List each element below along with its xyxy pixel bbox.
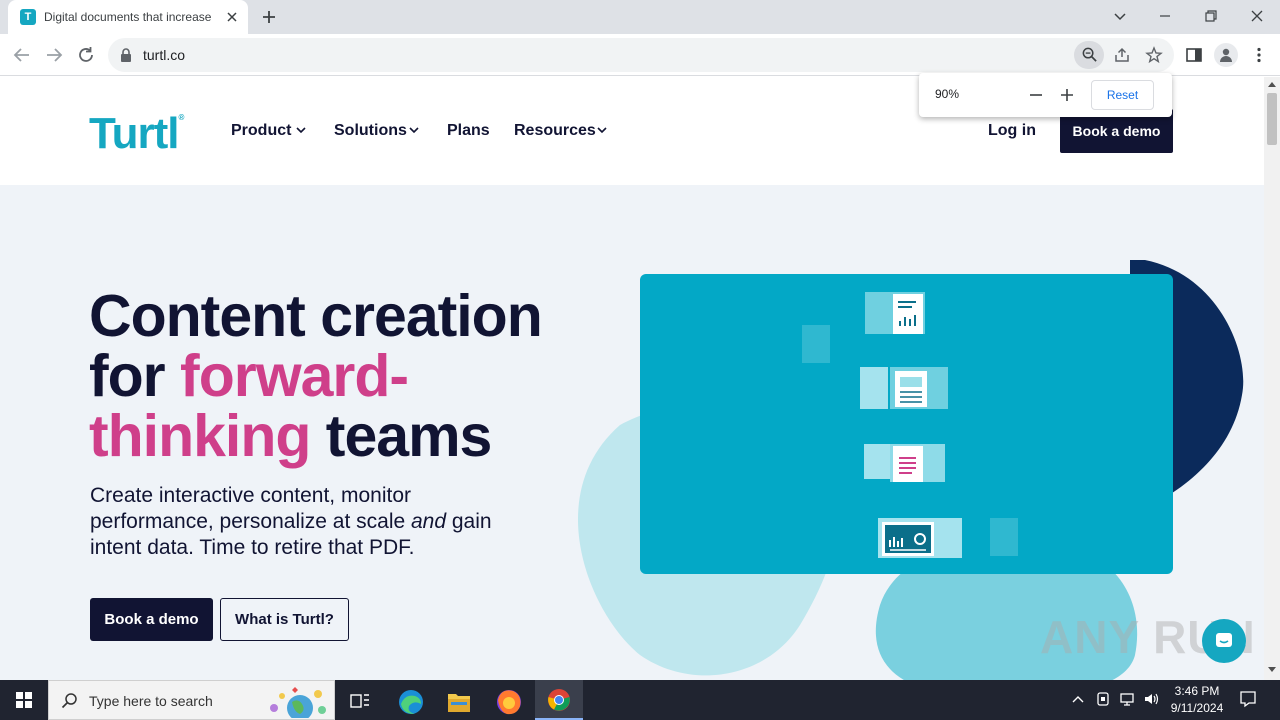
nav-resources[interactable]: Resources bbox=[514, 122, 596, 140]
search-icon bbox=[61, 693, 77, 709]
tab-search-chevron-icon[interactable] bbox=[1110, 6, 1130, 26]
hero-section: Content creation for forward- thinking t… bbox=[0, 185, 1264, 680]
hero-subtext: Create interactive content, monitor perf… bbox=[90, 483, 520, 561]
zoom-popup: 90% Reset bbox=[919, 73, 1172, 117]
person-icon bbox=[1220, 48, 1232, 62]
subtext-emphasis: and bbox=[411, 510, 447, 533]
chat-icon bbox=[1216, 633, 1232, 647]
volume-icon[interactable] bbox=[1143, 691, 1159, 707]
scroll-up-arrow-icon[interactable] bbox=[1268, 81, 1276, 87]
doc-book-icon bbox=[860, 367, 948, 409]
edge-browser-icon[interactable] bbox=[389, 684, 433, 720]
address-bar[interactable]: turtl.co bbox=[108, 38, 1174, 72]
chat-widget-button[interactable] bbox=[1202, 619, 1246, 663]
search-placeholder: Type here to search bbox=[89, 693, 213, 709]
bookmark-star-icon[interactable] bbox=[1145, 46, 1163, 64]
hero-book-demo-button[interactable]: Book a demo bbox=[90, 598, 213, 641]
url-text[interactable]: turtl.co bbox=[143, 47, 185, 63]
taskbar-search-box[interactable]: Type here to search bbox=[48, 680, 335, 720]
tab-favicon: T bbox=[20, 9, 36, 25]
zoom-reset-button[interactable]: Reset bbox=[1091, 80, 1154, 110]
zoom-indicator-button[interactable] bbox=[1074, 41, 1104, 69]
nav-product[interactable]: Product bbox=[231, 122, 291, 140]
search-highlight-icon bbox=[270, 687, 326, 718]
chevron-down-icon bbox=[296, 127, 306, 134]
headline-text: teams bbox=[310, 403, 493, 469]
clock-date: 9/11/2024 bbox=[1170, 701, 1224, 715]
headline-line-3: thinking teams bbox=[89, 406, 609, 466]
tab-title: Digital documents that increase bbox=[44, 10, 212, 24]
taskbar-clock[interactable]: 3:46 PM 9/11/2024 bbox=[1164, 683, 1230, 717]
headline-line-1: Content creation bbox=[89, 283, 543, 349]
hero-headline: Content creation for forward- thinking t… bbox=[89, 286, 609, 466]
notifications-icon[interactable] bbox=[1239, 690, 1257, 708]
headline-line-2: for forward- bbox=[89, 346, 609, 406]
doc-dashboard-icon bbox=[878, 518, 1018, 558]
restore-icon[interactable] bbox=[1201, 6, 1221, 26]
more-menu-icon[interactable] bbox=[1250, 46, 1268, 64]
minimize-icon[interactable] bbox=[1155, 6, 1175, 26]
device-icon[interactable] bbox=[1095, 691, 1111, 707]
firefox-icon[interactable] bbox=[487, 684, 531, 720]
clock-time: 3:46 PM bbox=[1174, 684, 1220, 698]
share-icon[interactable] bbox=[1113, 46, 1131, 64]
zoom-out-icon[interactable] bbox=[1026, 85, 1046, 105]
profile-avatar[interactable] bbox=[1214, 43, 1238, 67]
subtext-part: Create interactive content, monitor perf… bbox=[90, 484, 411, 533]
chrome-taskbar-button[interactable] bbox=[535, 680, 583, 720]
doc-pink-text-icon bbox=[864, 444, 945, 482]
zoom-in-icon[interactable] bbox=[1057, 85, 1077, 105]
turtl-logo[interactable]: Turtl® bbox=[89, 109, 185, 159]
zoom-magnifier-icon bbox=[1082, 47, 1097, 62]
logo-registered-mark: ® bbox=[178, 113, 185, 122]
chevron-down-icon bbox=[597, 127, 607, 134]
close-icon[interactable] bbox=[224, 9, 240, 25]
logo-text: Turtl bbox=[89, 109, 179, 158]
what-is-turtl-button[interactable]: What is Turtl? bbox=[220, 598, 349, 641]
reload-icon[interactable] bbox=[75, 44, 97, 66]
scroll-down-arrow-icon[interactable] bbox=[1268, 667, 1276, 673]
forward-arrow-icon[interactable] bbox=[43, 44, 65, 66]
lock-icon[interactable] bbox=[120, 48, 132, 62]
tray-chevron-up-icon[interactable] bbox=[1070, 691, 1086, 707]
browser-tab[interactable]: T Digital documents that increase bbox=[8, 0, 248, 34]
page-scrollbar[interactable] bbox=[1264, 77, 1280, 680]
login-link[interactable]: Log in bbox=[988, 122, 1036, 140]
file-explorer-icon[interactable] bbox=[437, 684, 481, 720]
chrome-icon bbox=[548, 689, 570, 711]
chevron-down-icon bbox=[409, 127, 419, 134]
headline-text: for bbox=[89, 343, 181, 409]
new-tab-icon[interactable] bbox=[260, 8, 278, 26]
task-view-icon[interactable] bbox=[338, 684, 382, 720]
zoom-level-value: 90% bbox=[935, 87, 960, 101]
network-icon[interactable] bbox=[1119, 691, 1135, 707]
nav-solutions[interactable]: Solutions bbox=[334, 122, 407, 140]
headline-highlight: thinking bbox=[89, 403, 311, 469]
browser-toolbar: turtl.co bbox=[0, 34, 1280, 76]
scrollbar-thumb[interactable] bbox=[1267, 93, 1277, 145]
headline-highlight: forward- bbox=[180, 343, 409, 409]
windows-start-icon[interactable] bbox=[0, 680, 48, 720]
window-close-icon[interactable] bbox=[1247, 6, 1267, 26]
web-page: Turtl® Product Solutions Plans Resources… bbox=[0, 77, 1264, 680]
nav-plans[interactable]: Plans bbox=[447, 122, 490, 140]
side-panel-icon[interactable] bbox=[1185, 46, 1203, 64]
windows-taskbar: Type here to search 3:46 PM 9/11/2024 bbox=[0, 680, 1280, 720]
back-arrow-icon[interactable] bbox=[11, 44, 33, 66]
browser-tab-strip: T Digital documents that increase bbox=[0, 0, 1280, 34]
